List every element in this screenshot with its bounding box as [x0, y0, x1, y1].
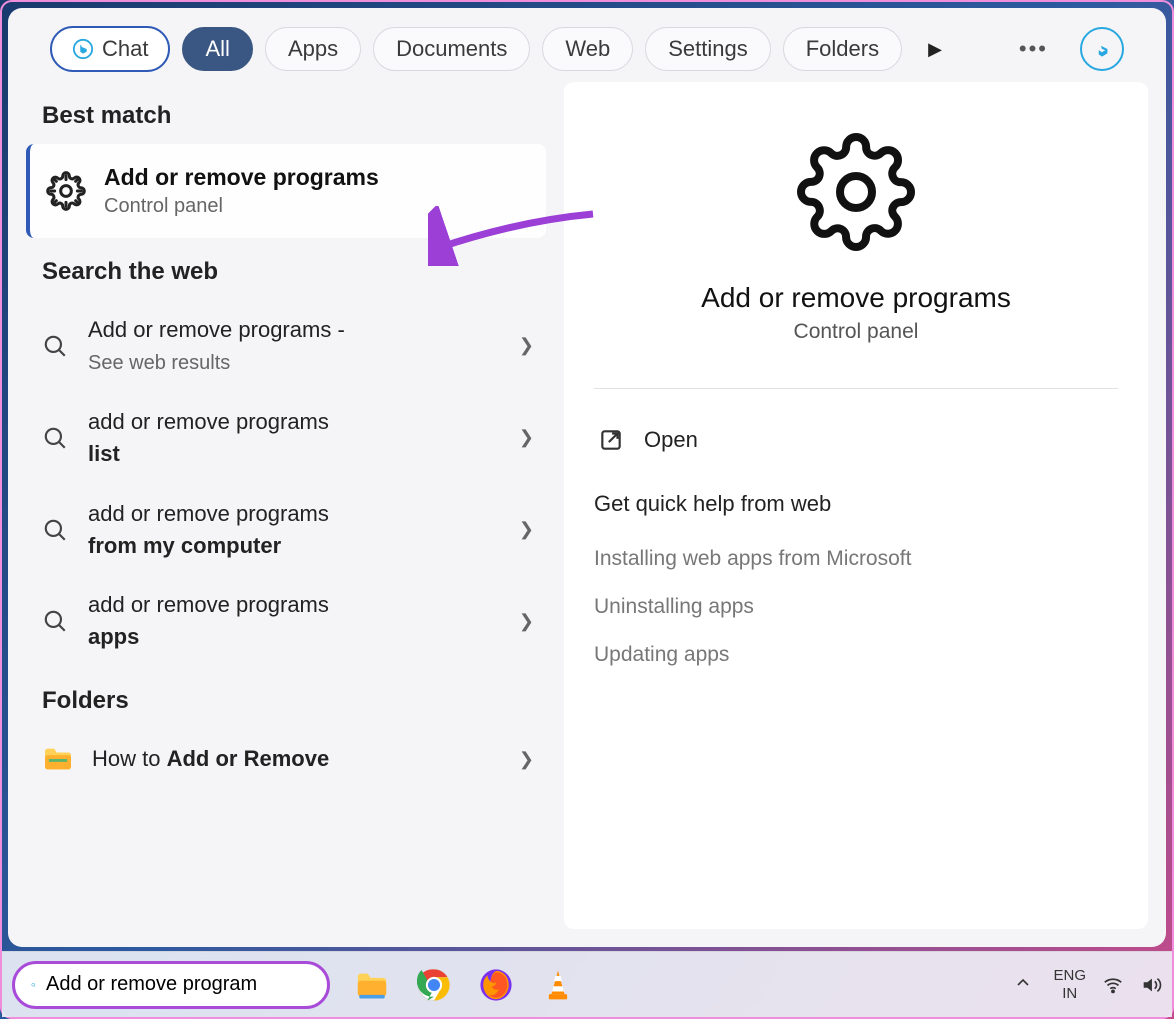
divider — [594, 388, 1118, 389]
help-link[interactable]: Updating apps — [594, 631, 1118, 679]
volume-icon[interactable] — [1140, 974, 1162, 996]
vlc-icon[interactable] — [538, 965, 578, 1005]
best-match-title: Add or remove programs — [104, 164, 379, 191]
tab-web[interactable]: Web — [542, 27, 633, 71]
help-link[interactable]: Uninstalling apps — [594, 583, 1118, 631]
gear-icon — [46, 171, 86, 211]
web-result[interactable]: add or remove programs from my computer … — [26, 484, 546, 576]
tab-folders[interactable]: Folders — [783, 27, 902, 71]
folder-result[interactable]: How to Add or Remove ❯ — [26, 729, 546, 789]
search-icon — [31, 974, 36, 996]
search-icon — [42, 425, 68, 451]
tab-documents[interactable]: Documents — [373, 27, 530, 71]
web-result-text: add or remove programs from my computer — [88, 498, 519, 562]
tray-overflow-icon[interactable] — [1009, 969, 1037, 1001]
web-result[interactable]: add or remove programs apps ❯ — [26, 575, 546, 667]
taskbar-pinned-apps — [352, 965, 578, 1005]
best-match-result[interactable]: Add or remove programs Control panel — [26, 144, 546, 238]
chevron-right-icon: ❯ — [519, 427, 534, 448]
file-explorer-icon[interactable] — [352, 965, 392, 1005]
chrome-icon[interactable] — [414, 965, 454, 1005]
open-external-icon — [598, 427, 624, 453]
chevron-right-icon: ❯ — [519, 519, 534, 540]
chat-label: Chat — [102, 36, 148, 62]
chevron-right-icon: ❯ — [519, 749, 534, 770]
open-label: Open — [644, 427, 698, 453]
web-result-text: add or remove programs apps — [88, 589, 519, 653]
best-match-text: Add or remove programs Control panel — [104, 164, 379, 218]
search-web-heading: Search the web — [26, 238, 546, 300]
taskbar-search-input[interactable] — [46, 973, 311, 996]
web-result-text: Add or remove programs - See web results — [88, 314, 519, 378]
quick-help-heading: Get quick help from web — [594, 491, 1118, 517]
folder-result-text: How to Add or Remove — [92, 743, 519, 775]
web-result-text: add or remove programs list — [88, 406, 519, 470]
filter-tabs-row: Chat All Apps Documents Web Settings Fol… — [8, 8, 1166, 82]
chevron-right-icon: ❯ — [519, 611, 534, 632]
chat-button[interactable]: Chat — [50, 26, 170, 72]
results-left-column: Best match Add or remove programs Contro… — [26, 82, 546, 929]
firefox-icon[interactable] — [476, 965, 516, 1005]
detail-title: Add or remove programs — [701, 282, 1011, 314]
bing-icon — [72, 38, 94, 60]
bing-logo-icon — [1089, 36, 1115, 62]
folder-icon — [42, 746, 74, 772]
folders-heading: Folders — [26, 667, 546, 729]
search-results-panel: Chat All Apps Documents Web Settings Fol… — [8, 8, 1166, 947]
taskbar: ENG IN — [2, 951, 1172, 1017]
tab-settings[interactable]: Settings — [645, 27, 771, 71]
result-detail-pane: Add or remove programs Control panel Ope… — [564, 82, 1148, 929]
open-action[interactable]: Open — [594, 419, 1118, 461]
search-icon — [42, 608, 68, 634]
taskbar-search-box[interactable] — [12, 961, 330, 1009]
tabs-scroll-right-icon[interactable]: ▶ — [918, 33, 952, 66]
search-icon — [42, 333, 68, 359]
best-match-heading: Best match — [26, 82, 546, 144]
gear-icon — [796, 132, 916, 252]
web-result[interactable]: Add or remove programs - See web results… — [26, 300, 546, 392]
more-options-icon[interactable]: ••• — [1005, 30, 1062, 68]
help-link[interactable]: Installing web apps from Microsoft — [594, 535, 1118, 583]
taskbar-system-tray: ENG IN — [1009, 967, 1162, 1003]
bing-button[interactable] — [1080, 27, 1124, 71]
tab-apps[interactable]: Apps — [265, 27, 361, 71]
tab-all[interactable]: All — [182, 27, 252, 71]
web-result[interactable]: add or remove programs list ❯ — [26, 392, 546, 484]
wifi-icon[interactable] — [1102, 974, 1124, 996]
chevron-right-icon: ❯ — [519, 335, 534, 356]
detail-subtitle: Control panel — [794, 320, 919, 344]
search-icon — [42, 517, 68, 543]
language-indicator[interactable]: ENG IN — [1053, 967, 1086, 1003]
best-match-subtitle: Control panel — [104, 195, 379, 218]
results-content: Best match Add or remove programs Contro… — [8, 82, 1166, 947]
